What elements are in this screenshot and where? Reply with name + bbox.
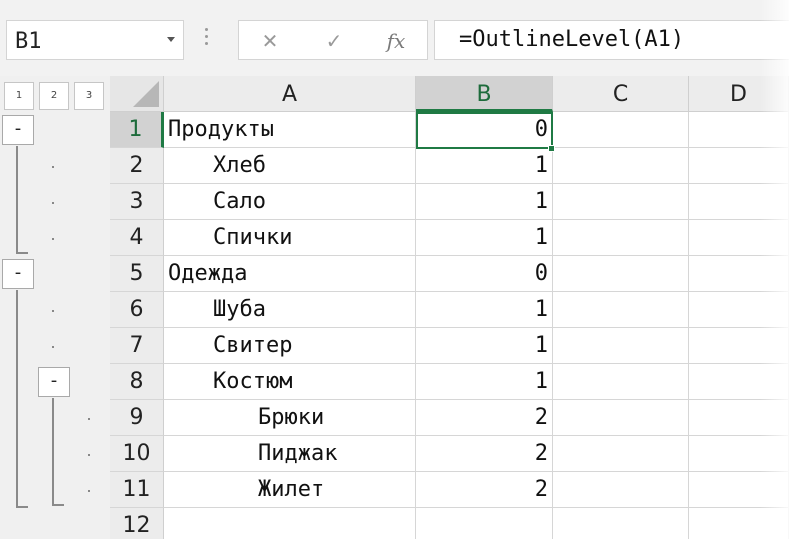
row-header[interactable]: 12 — [110, 508, 164, 539]
row-header[interactable]: 4 — [110, 220, 164, 256]
cell-c[interactable] — [553, 328, 689, 364]
outline-level-1-button[interactable]: 1 — [4, 82, 34, 110]
cell-b[interactable]: 2 — [416, 436, 553, 472]
group-bracket-end — [16, 506, 28, 508]
cell-c[interactable] — [553, 508, 689, 539]
cell-b[interactable]: 2 — [416, 472, 553, 508]
select-all-button[interactable] — [110, 76, 164, 112]
cell-a[interactable]: Шуба — [164, 292, 416, 328]
outline-dot — [52, 166, 54, 168]
cell-c[interactable] — [553, 436, 689, 472]
cell-d[interactable] — [689, 436, 789, 472]
outline-dot — [52, 346, 54, 348]
cell-d[interactable] — [689, 472, 789, 508]
cell-d[interactable] — [689, 508, 789, 539]
row-header[interactable]: 2 — [110, 148, 164, 184]
cancel-icon[interactable]: ✕ — [255, 27, 285, 55]
insert-function-icon[interactable]: fx — [381, 27, 411, 55]
outline-level-3-button[interactable]: 3 — [74, 82, 104, 110]
cell-d[interactable] — [689, 112, 789, 148]
cell-b[interactable]: 0 — [416, 112, 553, 148]
column-header-a[interactable]: A — [164, 76, 416, 112]
cell-c[interactable] — [553, 184, 689, 220]
outline-dot — [52, 238, 54, 240]
cell-d[interactable] — [689, 220, 789, 256]
cell-a[interactable]: Одежда — [164, 256, 416, 292]
cell-a[interactable]: Жилет — [164, 472, 416, 508]
group-bracket-end — [52, 504, 64, 506]
outline-level-2-button[interactable]: 2 — [39, 82, 69, 110]
cell-d[interactable] — [689, 328, 789, 364]
row-header[interactable]: 10 — [110, 436, 164, 472]
cell-c[interactable] — [553, 148, 689, 184]
column-header-d[interactable]: D — [689, 76, 789, 112]
cell-a[interactable] — [164, 508, 416, 539]
row-header[interactable]: 9 — [110, 400, 164, 436]
row-header[interactable]: 6 — [110, 292, 164, 328]
row-header[interactable]: 7 — [110, 328, 164, 364]
cell-d[interactable] — [689, 364, 789, 400]
cell-b[interactable]: 1 — [416, 220, 553, 256]
outline-dot — [88, 454, 90, 456]
cell-a[interactable]: Костюм — [164, 364, 416, 400]
cell-d[interactable] — [689, 256, 789, 292]
column-header-b[interactable]: B — [416, 76, 553, 112]
grip-icon[interactable] — [205, 28, 209, 50]
row-header[interactable]: 8 — [110, 364, 164, 400]
cell-c[interactable] — [553, 292, 689, 328]
fill-handle[interactable] — [548, 145, 555, 152]
collapse-group-button[interactable]: - — [2, 115, 34, 145]
outline-dot — [52, 310, 54, 312]
group-bracket-line — [16, 290, 18, 508]
name-box[interactable]: B1 — [6, 20, 184, 60]
cell-b[interactable]: 1 — [416, 148, 553, 184]
cell-b[interactable]: 1 — [416, 292, 553, 328]
row-header[interactable]: 1 — [110, 112, 164, 148]
check-icon[interactable]: ✓ — [319, 27, 349, 55]
cell-b[interactable]: 0 — [416, 256, 553, 292]
cell-c[interactable] — [553, 472, 689, 508]
cell-c[interactable] — [553, 220, 689, 256]
row-header[interactable]: 3 — [110, 184, 164, 220]
cell-b[interactable]: 1 — [416, 328, 553, 364]
cell-a[interactable]: Брюки — [164, 400, 416, 436]
cell-a[interactable]: Хлеб — [164, 148, 416, 184]
column-header-c[interactable]: C — [553, 76, 689, 112]
cell-c[interactable] — [553, 256, 689, 292]
group-bracket-line — [52, 398, 54, 506]
cell-a[interactable]: Сало — [164, 184, 416, 220]
row-header[interactable]: 5 — [110, 256, 164, 292]
formula-input[interactable]: =OutlineLevel(A1) — [434, 20, 789, 60]
cell-b[interactable]: 2 — [416, 400, 553, 436]
cell-c[interactable] — [553, 112, 689, 148]
outline-dot — [88, 490, 90, 492]
cell-a[interactable]: Свитер — [164, 328, 416, 364]
formula-text: =OutlineLevel(A1) — [459, 27, 685, 52]
name-box-value: B1 — [15, 29, 42, 54]
group-bracket-end — [16, 252, 28, 254]
cell-c[interactable] — [553, 364, 689, 400]
collapse-group-button[interactable]: - — [2, 259, 34, 289]
cell-a[interactable]: Продукты — [164, 112, 416, 148]
formula-bar-area: B1 ✕ ✓ fx =OutlineLevel(A1) — [0, 0, 789, 76]
formula-buttons: ✕ ✓ fx — [238, 20, 428, 60]
row-header[interactable]: 11 — [110, 472, 164, 508]
cell-a[interactable]: Спички — [164, 220, 416, 256]
cell-b[interactable]: 1 — [416, 184, 553, 220]
cell-d[interactable] — [689, 184, 789, 220]
outline-dot — [52, 202, 54, 204]
cell-a[interactable]: Пиджак — [164, 436, 416, 472]
group-bracket-line — [16, 146, 18, 254]
collapse-group-button[interactable]: - — [38, 367, 70, 397]
chevron-down-icon[interactable] — [167, 37, 175, 42]
cell-c[interactable] — [553, 400, 689, 436]
cell-d[interactable] — [689, 292, 789, 328]
cell-b[interactable] — [416, 508, 553, 539]
cell-b[interactable]: 1 — [416, 364, 553, 400]
cell-d[interactable] — [689, 148, 789, 184]
select-all-icon — [133, 81, 159, 107]
cell-d[interactable] — [689, 400, 789, 436]
outline-dot — [88, 418, 90, 420]
